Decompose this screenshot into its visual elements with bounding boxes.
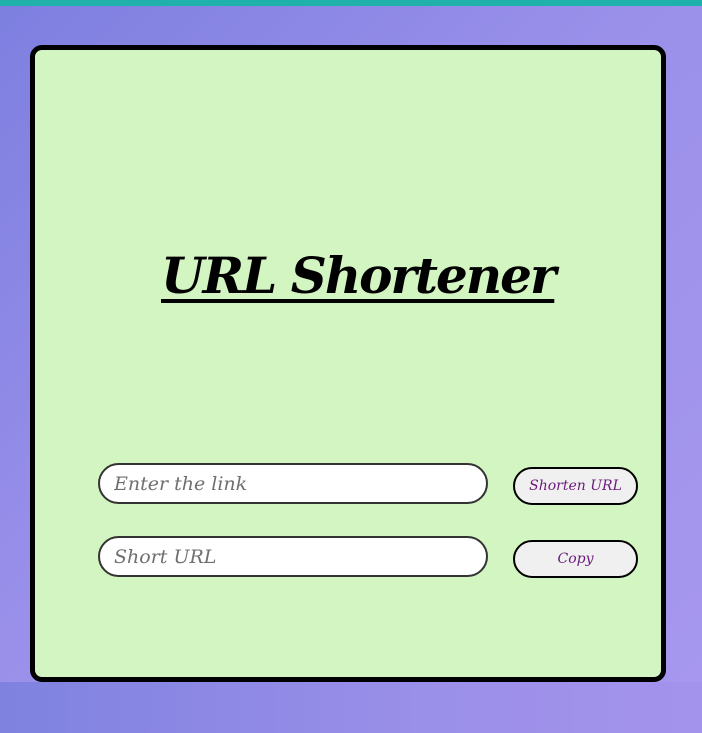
shorten-url-button[interactable]: Shorten URL [513,467,638,505]
copy-button[interactable]: Copy [513,540,638,578]
shortener-card: URL Shortener Shorten URL Copy [30,45,666,682]
page-title: URL Shortener [161,246,556,305]
link-input[interactable] [98,463,488,504]
page-footer-band [0,682,702,733]
short-url-output[interactable] [98,536,488,577]
top-accent-strip [0,0,702,6]
